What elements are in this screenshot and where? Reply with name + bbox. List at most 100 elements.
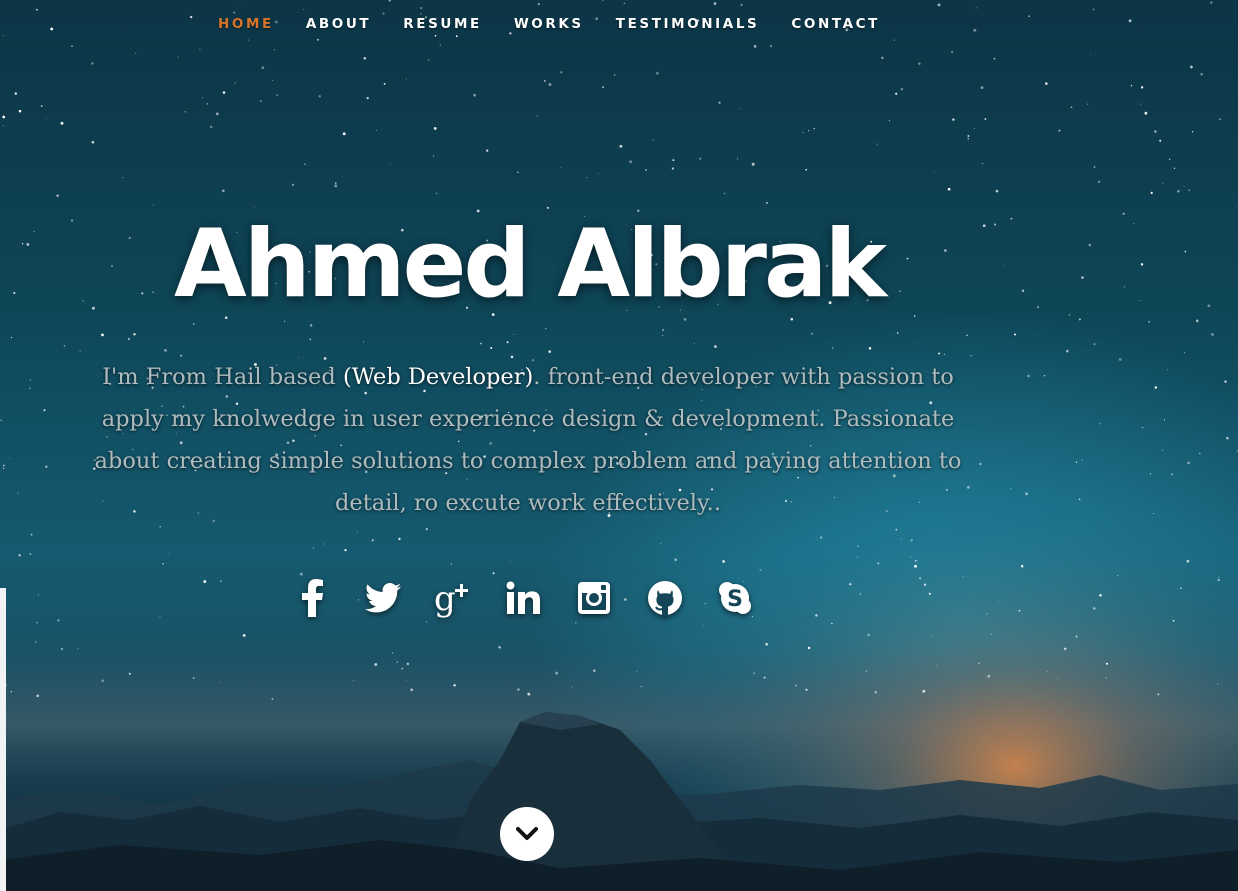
star xyxy=(29,553,32,556)
star xyxy=(30,533,33,536)
star xyxy=(1047,670,1049,672)
star xyxy=(10,691,12,693)
star xyxy=(928,592,931,595)
star xyxy=(271,698,274,700)
star xyxy=(805,688,808,691)
star xyxy=(544,327,547,330)
facebook-link[interactable] xyxy=(284,573,342,623)
star xyxy=(753,672,755,674)
star xyxy=(342,132,346,136)
star xyxy=(177,56,179,58)
star xyxy=(1207,304,1211,308)
nav-resume[interactable]: RESUME xyxy=(403,0,482,50)
star xyxy=(1140,86,1144,89)
star xyxy=(645,168,648,171)
star xyxy=(1105,677,1107,679)
star xyxy=(45,117,47,119)
star xyxy=(391,652,394,654)
star xyxy=(344,548,347,552)
skype-link[interactable]: S xyxy=(706,573,764,623)
github-icon xyxy=(647,581,682,616)
star xyxy=(914,559,917,562)
star xyxy=(261,66,265,69)
star xyxy=(967,135,970,137)
star xyxy=(11,336,13,339)
nav-home[interactable]: HOME xyxy=(218,0,274,50)
github-link[interactable] xyxy=(636,573,694,623)
star xyxy=(859,593,862,595)
star xyxy=(383,83,386,85)
google-plus-link[interactable]: g xyxy=(425,573,483,623)
star xyxy=(895,92,898,95)
star xyxy=(1167,369,1169,371)
nav-contact[interactable]: CONTACT xyxy=(791,0,880,50)
nav-testimonials[interactable]: TESTIMONIALS xyxy=(616,0,760,50)
star xyxy=(962,576,964,577)
star xyxy=(1068,314,1071,316)
star xyxy=(1154,386,1158,389)
star xyxy=(740,108,742,110)
star xyxy=(1154,130,1157,133)
star xyxy=(60,121,64,125)
star xyxy=(375,129,377,131)
twitter-link[interactable] xyxy=(354,573,412,623)
linkedin-link[interactable] xyxy=(495,573,553,623)
star xyxy=(856,556,858,558)
star xyxy=(722,560,725,563)
star xyxy=(831,622,833,625)
star xyxy=(765,642,768,646)
star xyxy=(597,173,599,175)
star xyxy=(1153,513,1154,515)
star xyxy=(765,201,768,204)
star xyxy=(1217,578,1221,582)
star xyxy=(636,671,638,673)
svg-text:S: S xyxy=(727,587,743,612)
star xyxy=(450,563,452,565)
star xyxy=(879,183,881,185)
star xyxy=(802,131,804,134)
star xyxy=(998,601,1000,603)
star xyxy=(371,539,374,542)
star xyxy=(480,342,482,345)
star xyxy=(1097,180,1101,184)
star xyxy=(1010,487,1012,490)
nav-about[interactable]: ABOUT xyxy=(306,0,371,50)
star xyxy=(356,531,358,533)
star xyxy=(60,647,63,651)
star xyxy=(2,115,6,119)
star xyxy=(990,633,992,635)
star xyxy=(1150,191,1153,194)
star xyxy=(699,157,702,160)
star xyxy=(724,192,726,194)
star xyxy=(1219,118,1222,121)
star xyxy=(18,109,22,113)
star xyxy=(1133,223,1135,225)
star xyxy=(133,333,136,336)
star xyxy=(498,645,501,649)
star xyxy=(1162,182,1164,184)
star xyxy=(661,328,665,332)
star xyxy=(222,91,226,94)
nav-works[interactable]: WORKS xyxy=(514,0,584,50)
star xyxy=(1105,662,1108,665)
star xyxy=(45,465,48,468)
star xyxy=(201,96,203,99)
instagram-link[interactable] xyxy=(565,573,623,623)
star xyxy=(811,332,814,335)
star xyxy=(1172,619,1175,622)
star xyxy=(352,680,355,682)
star xyxy=(1144,111,1148,115)
star xyxy=(640,685,643,688)
star xyxy=(1057,678,1059,679)
star xyxy=(509,561,511,563)
star xyxy=(34,641,37,643)
star xyxy=(586,177,588,178)
star xyxy=(995,189,999,193)
star xyxy=(548,350,552,353)
star xyxy=(1065,349,1069,353)
star xyxy=(1192,131,1194,133)
star xyxy=(900,538,902,540)
scroll-down-button[interactable] xyxy=(500,807,554,861)
star xyxy=(209,125,213,129)
star xyxy=(1195,319,1199,323)
